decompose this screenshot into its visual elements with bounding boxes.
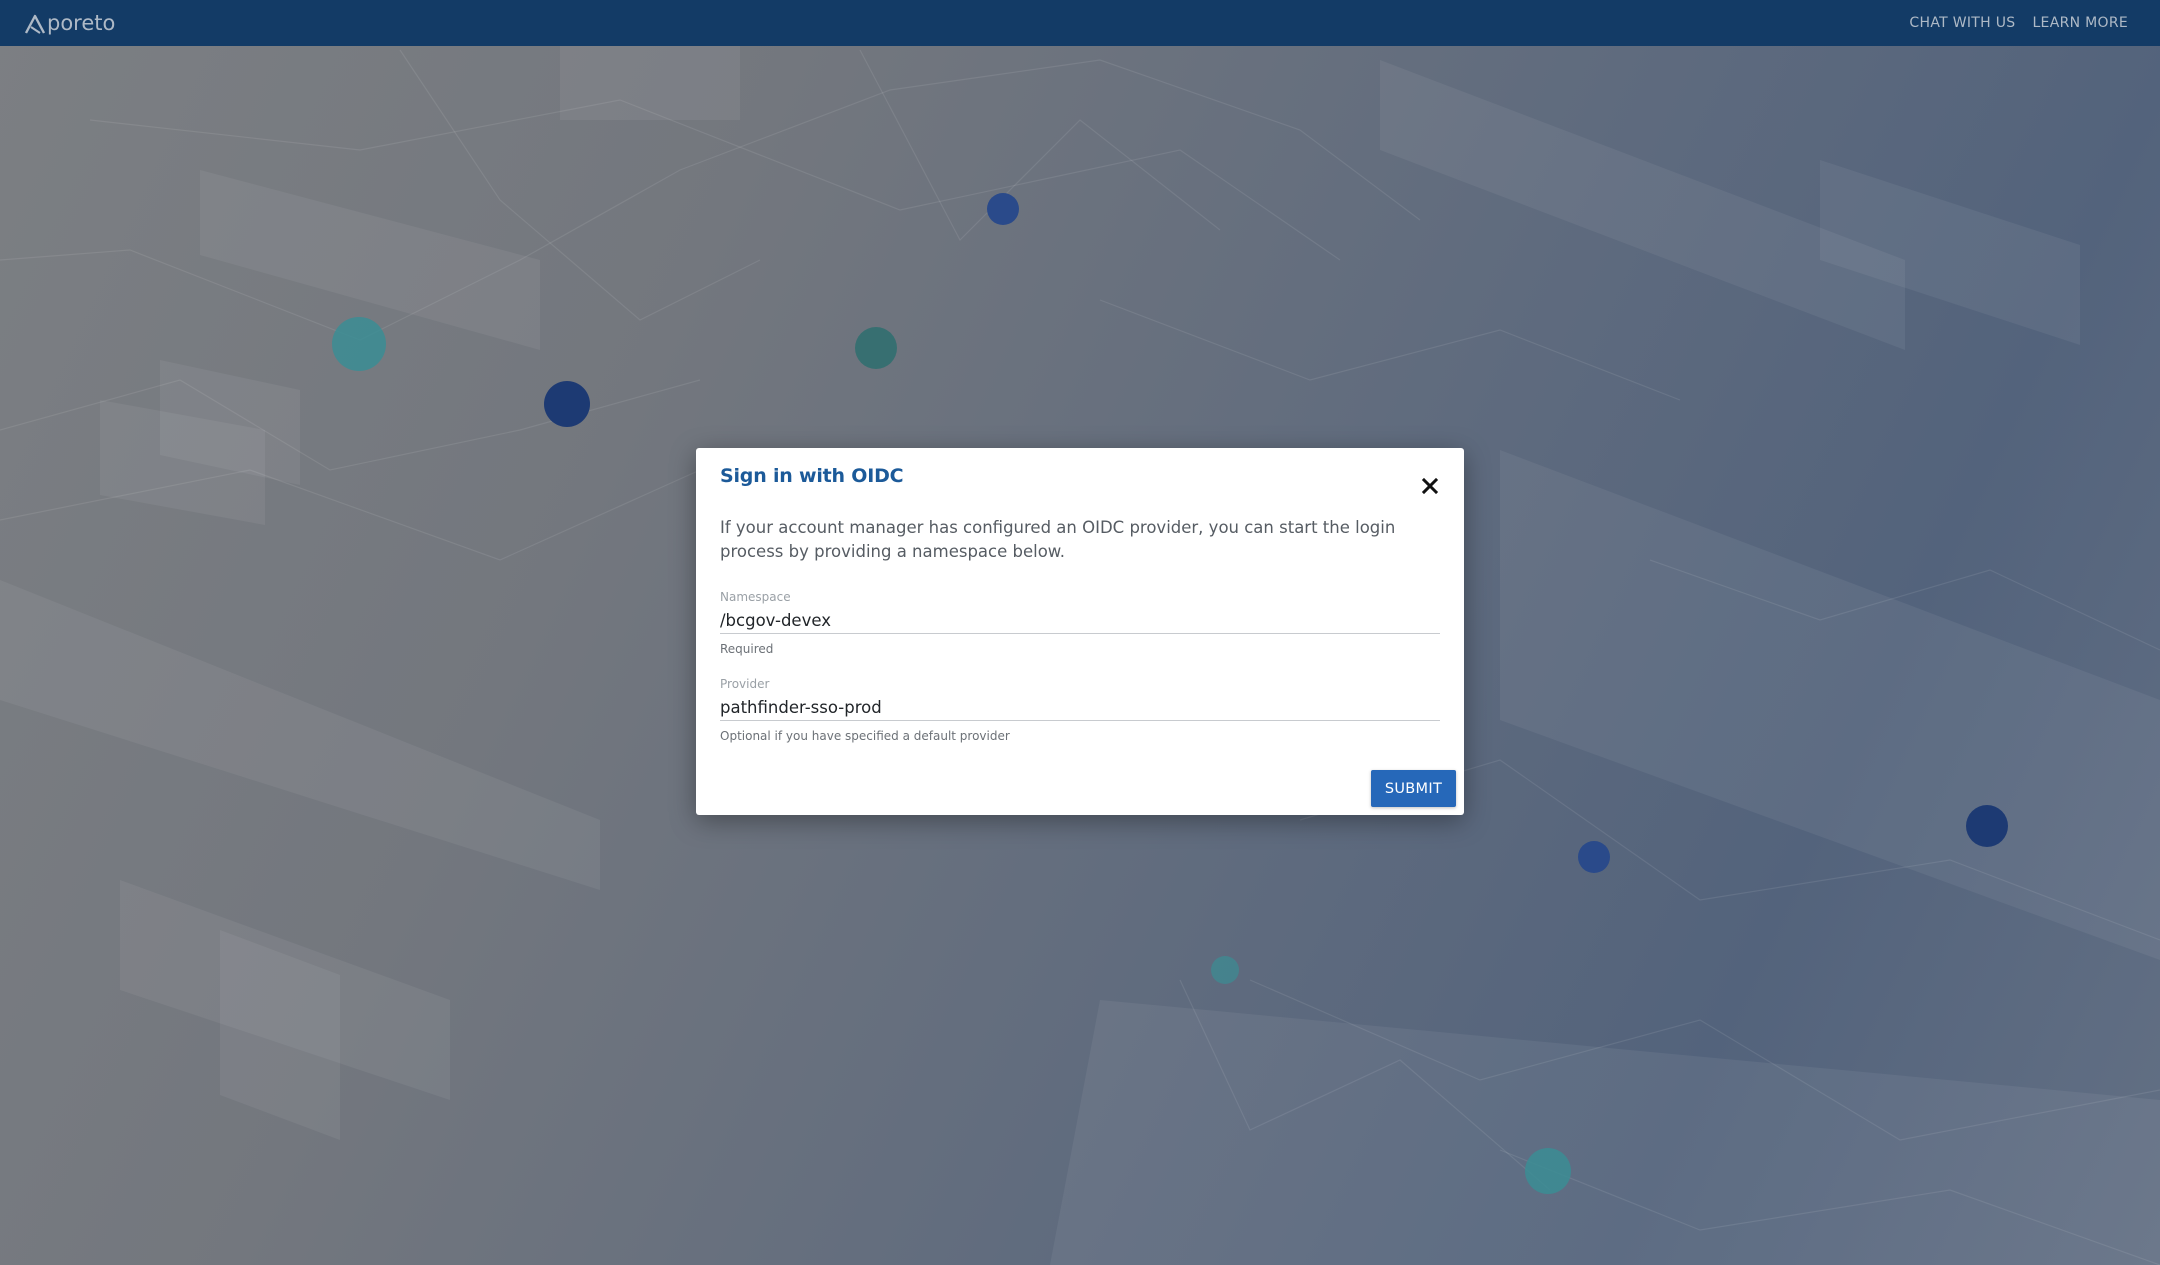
chat-with-us-link[interactable]: CHAT WITH US bbox=[1909, 15, 2015, 31]
dialog-description: If your account manager has configured a… bbox=[720, 518, 1396, 561]
namespace-label: Namespace bbox=[720, 590, 791, 604]
page: poreto CHAT WITH US LEARN MORE Sign in w… bbox=[0, 0, 2160, 1265]
provider-helper-text: Optional if you have specified a default… bbox=[720, 729, 1010, 743]
provider-field: Provider Optional if you have specified … bbox=[720, 677, 1440, 743]
provider-input[interactable] bbox=[720, 694, 1440, 721]
brand-logo-text: poreto bbox=[47, 11, 116, 35]
namespace-field: Namespace Required bbox=[720, 590, 1440, 656]
learn-more-link[interactable]: LEARN MORE bbox=[2032, 15, 2128, 31]
namespace-helper-text: Required bbox=[720, 642, 774, 656]
brand-logo[interactable]: poreto bbox=[24, 11, 115, 35]
oidc-sign-in-dialog: Sign in with OIDC If your account manage… bbox=[696, 448, 1464, 815]
top-navigation-bar: poreto CHAT WITH US LEARN MORE bbox=[0, 0, 2160, 46]
dialog-title: Sign in with OIDC bbox=[720, 465, 904, 487]
aporeto-logo-icon bbox=[24, 14, 46, 34]
close-icon bbox=[1421, 477, 1439, 495]
namespace-input[interactable] bbox=[720, 607, 1440, 634]
close-button[interactable] bbox=[1420, 476, 1440, 496]
provider-label: Provider bbox=[720, 677, 770, 691]
header-nav: CHAT WITH US LEARN MORE bbox=[1909, 15, 2128, 31]
submit-button[interactable]: SUBMIT bbox=[1371, 770, 1456, 807]
